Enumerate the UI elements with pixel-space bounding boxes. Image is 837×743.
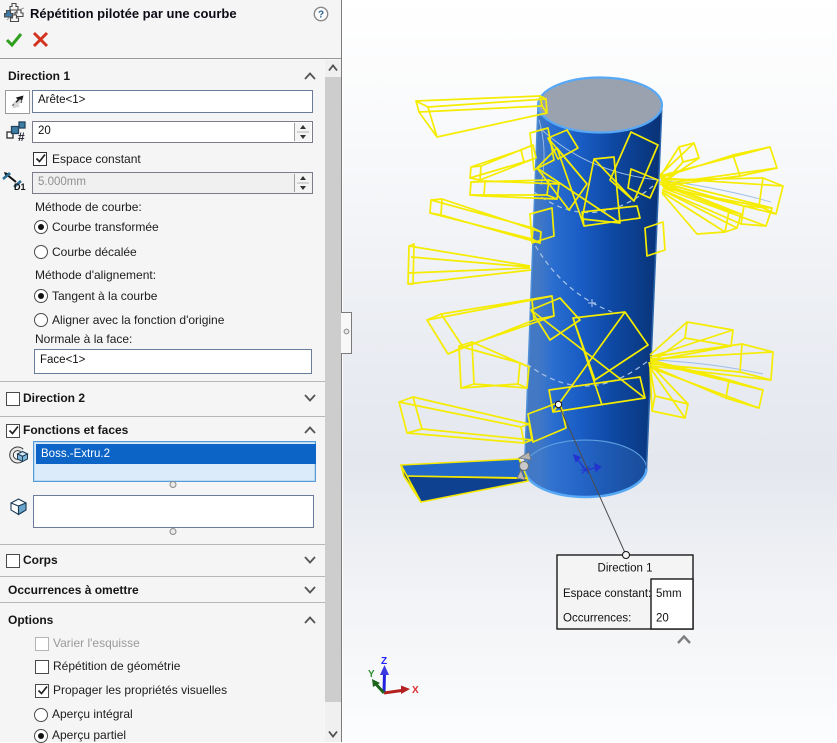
svg-text:5mm: 5mm [656,588,682,600]
svg-text:D1: D1 [14,182,26,192]
svg-text:Direction 1: Direction 1 [598,563,653,575]
svg-text:#: # [18,130,25,142]
svg-text:X: X [412,685,419,696]
svg-text:Z: Z [381,656,387,667]
svg-text:Y: Y [368,669,375,680]
svg-text:Occurrences:: Occurrences: [563,613,631,625]
svg-text:20: 20 [656,613,669,625]
svg-text:?: ? [318,10,324,21]
svg-text:Espace constant:: Espace constant: [563,588,651,600]
